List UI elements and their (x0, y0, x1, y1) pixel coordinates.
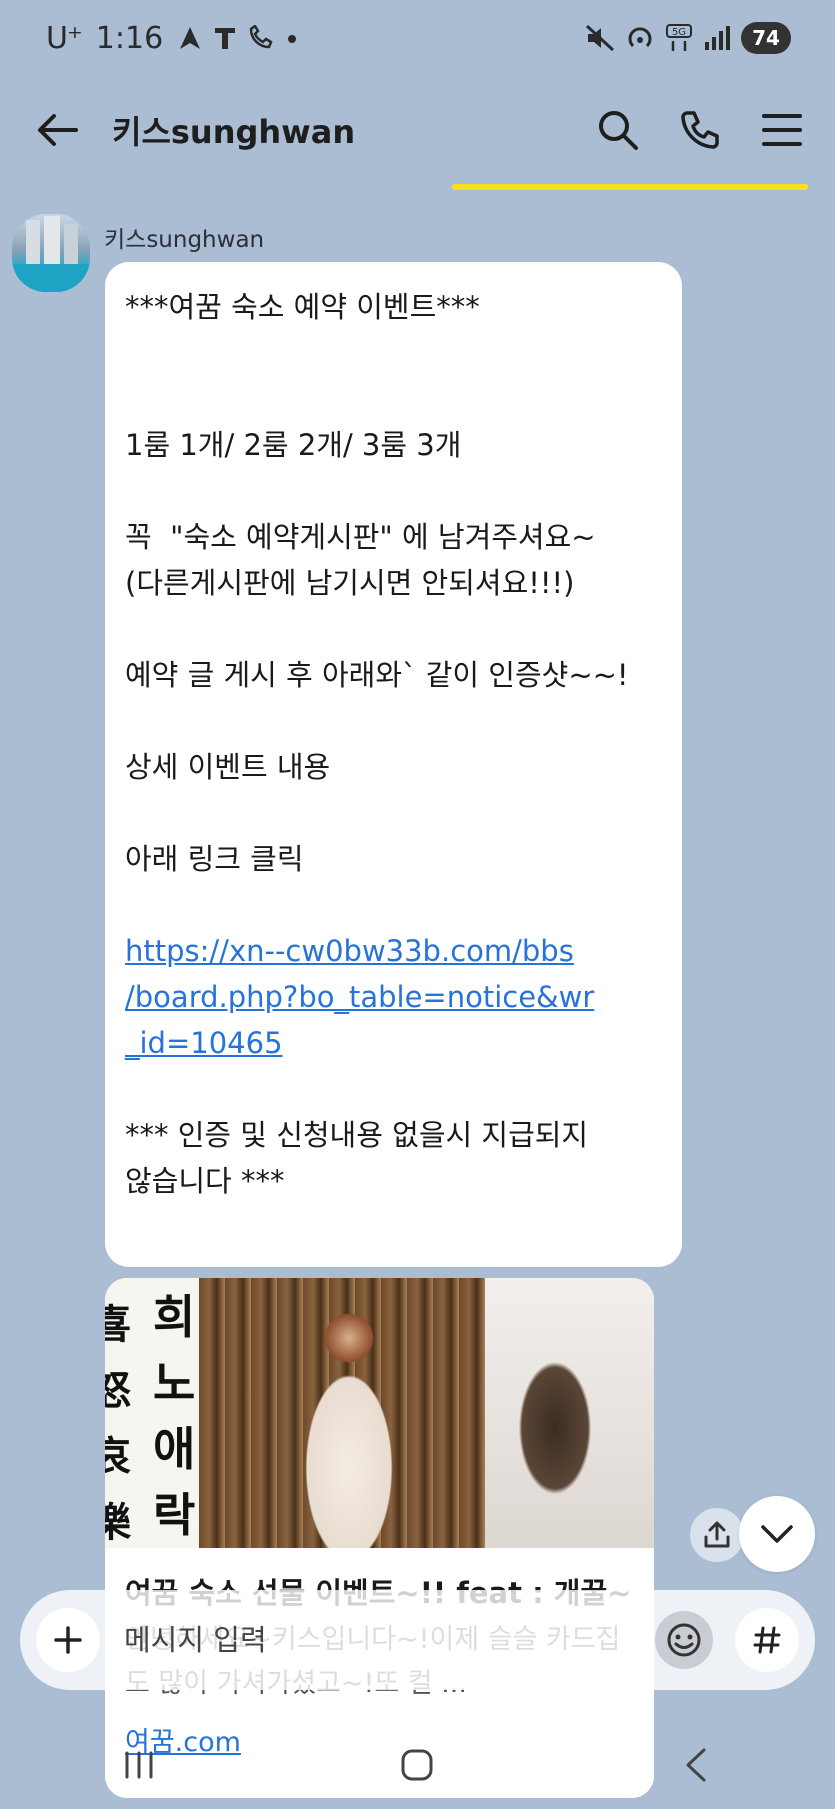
mute-icon (585, 24, 615, 52)
status-bar: U⁺ 1:16 5G 74 (0, 0, 835, 76)
5g-signal-icon: 5G (666, 24, 692, 51)
search-icon (599, 111, 638, 150)
message-line: 상세 이벤트 내용 (125, 750, 331, 784)
emoji-icon (667, 1623, 701, 1657)
message-line (125, 790, 662, 836)
message-bubble[interactable]: ***여꿈 숙소 예약 이벤트*** 1룸 1개/ 2룸 2개/ 3룸 3개 꼭… (105, 262, 682, 1267)
calligraphy-hanja: 喜怒哀樂 (105, 1301, 131, 1546)
hashtag-icon (753, 1626, 781, 1654)
recents-icon (125, 1751, 153, 1778)
cell-signal-icon (705, 26, 730, 50)
status-left: U⁺ 1:16 (46, 21, 297, 56)
message-line (125, 882, 662, 928)
dot-icon (288, 35, 297, 43)
home-button[interactable] (377, 1735, 457, 1795)
model-photo (199, 1278, 485, 1548)
status-right: 5G 74 (585, 22, 791, 54)
message-link[interactable]: _id=10465 (125, 1020, 662, 1066)
back-arrow-icon (38, 114, 78, 146)
back-nav-button[interactable] (656, 1735, 736, 1795)
preview-image: 喜怒哀樂 희노애락 (105, 1278, 654, 1548)
menu-button[interactable] (759, 107, 805, 153)
emoji-button[interactable] (655, 1611, 713, 1669)
message-link[interactable]: /board.php?bo_table=notice&wr (125, 974, 662, 1020)
message-line: 않습니다 *** (125, 1164, 285, 1198)
message-line (125, 376, 662, 422)
calligraphy-hangul: 희노애락 (153, 1290, 196, 1542)
system-nav-bar (0, 1720, 835, 1809)
battery-indicator: 74 (741, 22, 791, 54)
back-chevron-icon (686, 1748, 706, 1781)
chevron-down-icon (761, 1525, 793, 1543)
scroll-to-bottom-button[interactable] (739, 1496, 815, 1572)
notice-accent-line (452, 184, 808, 190)
message-line: 꼭 "숙소 예약게시판" 에 남겨주셔요~ (125, 520, 596, 554)
message-line: *** 인증 및 신청내용 없을시 지급되지 (125, 1118, 589, 1152)
message-line: ***여꿈 숙소 예약 이벤트*** (125, 290, 480, 324)
back-button[interactable] (32, 105, 82, 155)
message-input[interactable] (124, 1623, 655, 1657)
call-app-icon (249, 25, 273, 49)
chat-title: 키스sunghwan (112, 113, 356, 151)
message-link[interactable]: https://xn--cw0bw33b.com/bbs (125, 928, 662, 974)
secondary-photo (485, 1278, 654, 1548)
carrier-label: U⁺ (46, 20, 83, 56)
sender-name: 키스sunghwan (104, 227, 265, 253)
share-icon (704, 1521, 730, 1548)
sender-avatar[interactable] (12, 214, 90, 292)
message-line: 1룸 1개/ 2룸 2개/ 3룸 3개 (125, 428, 462, 462)
message-line (125, 606, 662, 652)
navigation-app-icon (180, 27, 201, 49)
message-line (125, 698, 662, 744)
message-input-bar (20, 1590, 815, 1690)
call-button[interactable] (677, 107, 723, 153)
menu-icon (762, 114, 802, 146)
phone-icon (681, 111, 719, 149)
message-line (125, 468, 662, 514)
notification-icons (177, 25, 297, 51)
message-line: (다른게시판에 남기시면 안되셔요!!!) (125, 566, 575, 600)
recents-button[interactable] (99, 1735, 179, 1795)
message-line (125, 1066, 662, 1112)
share-button[interactable] (690, 1508, 744, 1562)
avatar-photo-icon (12, 216, 90, 292)
t-app-icon (215, 28, 236, 49)
message-line: 예약 글 게시 후 아래와` 같이 인증샷~~! (125, 658, 629, 692)
hashtag-button[interactable] (735, 1608, 799, 1672)
plus-icon (54, 1626, 82, 1654)
svg-text:5G: 5G (672, 27, 686, 38)
search-button[interactable] (595, 107, 641, 153)
message-line (125, 330, 662, 376)
calligraphy-image: 喜怒哀樂 희노애락 (105, 1278, 199, 1548)
home-icon (401, 1749, 433, 1780)
attach-button[interactable] (36, 1608, 100, 1672)
clock: 1:16 (95, 20, 164, 56)
message-line: 아래 링크 클릭 (125, 842, 304, 876)
chat-header: 키스sunghwan (0, 90, 835, 170)
header-actions (595, 107, 805, 153)
hotspot-icon (628, 27, 652, 48)
